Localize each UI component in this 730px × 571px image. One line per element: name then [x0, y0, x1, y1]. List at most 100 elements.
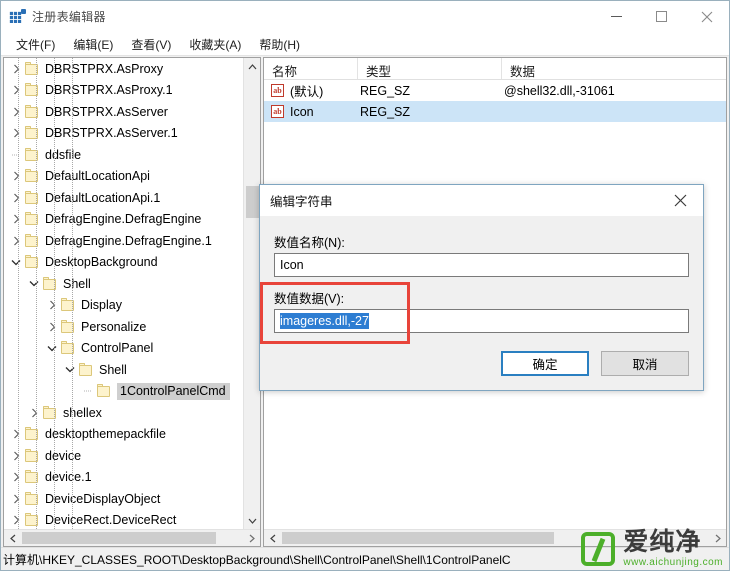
folder-icon	[24, 513, 40, 527]
values-scroll-right-button[interactable]	[709, 530, 726, 546]
tree-item[interactable]: Shell	[4, 273, 243, 295]
tree-vertical-scrollbar[interactable]	[243, 58, 260, 529]
tree-item[interactable]: device.1	[4, 467, 243, 489]
tree-leaf-spacer	[8, 144, 24, 166]
values-hscroll-thumb[interactable]	[282, 532, 554, 544]
menu-file[interactable]: 文件(F)	[7, 34, 64, 55]
chevron-right-icon[interactable]	[44, 295, 60, 317]
tree-item[interactable]: DeviceRect.DeviceRect	[4, 510, 243, 530]
tree-scroll-thumb[interactable]	[246, 186, 259, 218]
tree-guide-line	[36, 58, 37, 529]
title-bar: 注册表编辑器	[1, 1, 729, 33]
column-header-data[interactable]: 数据	[502, 58, 726, 79]
chevron-down-icon[interactable]	[8, 252, 24, 274]
chevron-down-icon[interactable]	[62, 359, 78, 381]
maximize-button[interactable]	[639, 1, 684, 32]
tree-scroll-right-button[interactable]	[243, 530, 260, 546]
chevron-right-icon[interactable]	[8, 445, 24, 467]
close-button[interactable]	[684, 1, 729, 32]
chevron-right-icon[interactable]	[8, 123, 24, 145]
tree-item-label: shellex	[63, 405, 102, 420]
value-name-cell: Icon	[290, 104, 314, 119]
dialog-close-button[interactable]	[658, 185, 703, 216]
tree-item[interactable]: 1ControlPanelCmd	[4, 381, 243, 403]
tree-item-label: DeviceDisplayObject	[45, 491, 161, 506]
tree-item[interactable]: Personalize	[4, 316, 243, 338]
tree-item-label: Shell	[99, 362, 127, 377]
tree-hscroll-thumb[interactable]	[22, 532, 216, 544]
chevron-right-icon[interactable]	[8, 80, 24, 102]
registry-tree[interactable]: DBRSTPRX.AsProxy DBRSTPRX.AsProxy.1 DBRSTP…	[4, 58, 243, 529]
chevron-right-icon[interactable]	[8, 230, 24, 252]
column-header-name[interactable]: 名称	[264, 58, 358, 79]
tree-item[interactable]: DefragEngine.DefragEngine	[4, 209, 243, 231]
tree-item[interactable]: device	[4, 445, 243, 467]
folder-icon	[24, 255, 40, 269]
chevron-down-icon[interactable]	[44, 338, 60, 360]
chevron-right-icon[interactable]	[8, 58, 24, 80]
chevron-right-icon[interactable]	[8, 187, 24, 209]
tree-item[interactable]: DesktopBackground	[4, 252, 243, 274]
tree-item[interactable]: DBRSTPRX.AsServer.1	[4, 123, 243, 145]
tree-item[interactable]: DBRSTPRX.AsProxy.1	[4, 80, 243, 102]
value-type-cell: REG_SZ	[360, 104, 411, 119]
tree-guide-line	[54, 58, 55, 529]
chevron-right-icon[interactable]	[8, 488, 24, 510]
value-name-input[interactable]: Icon	[274, 253, 689, 277]
chevron-right-icon[interactable]	[8, 424, 24, 446]
chevron-right-icon[interactable]	[8, 209, 24, 231]
registry-icon	[9, 8, 26, 25]
chevron-right-icon[interactable]	[8, 467, 24, 489]
values-scroll-left-button[interactable]	[264, 530, 281, 546]
value-row[interactable]: ab Icon REG_SZ	[264, 101, 726, 122]
tree-item-label: ControlPanel	[81, 341, 154, 355]
tree-item[interactable]: DeviceDisplayObject	[4, 488, 243, 510]
minimize-button[interactable]	[594, 1, 639, 32]
ok-button[interactable]: 确定	[501, 351, 589, 376]
tree-item[interactable]: DBRSTPRX.AsServer	[4, 101, 243, 123]
chevron-down-icon[interactable]	[26, 273, 42, 295]
column-header-type[interactable]: 类型	[358, 58, 502, 79]
value-data-input[interactable]: imageres.dll,-27	[274, 309, 689, 333]
chevron-right-icon[interactable]	[8, 166, 24, 188]
chevron-right-icon[interactable]	[44, 316, 60, 338]
tree-item[interactable]: DefragEngine.DefragEngine.1	[4, 230, 243, 252]
tree-item-label: ddsfile	[45, 147, 82, 162]
tree-item-label: device.1	[45, 470, 92, 484]
tree-horizontal-scrollbar[interactable]	[4, 529, 260, 546]
chevron-right-icon[interactable]	[8, 510, 24, 530]
tree-item[interactable]: Shell	[4, 359, 243, 381]
tree-item[interactable]: ControlPanel	[4, 338, 243, 360]
values-horizontal-scrollbar[interactable]	[264, 529, 726, 546]
menu-edit[interactable]: 编辑(E)	[64, 34, 122, 55]
tree-item[interactable]: Display	[4, 295, 243, 317]
menu-favorites[interactable]: 收藏夹(A)	[180, 34, 250, 55]
tree-item[interactable]: ddsfile	[4, 144, 243, 166]
cancel-button[interactable]: 取消	[601, 351, 689, 376]
menu-view[interactable]: 查看(V)	[122, 34, 180, 55]
folder-icon	[24, 169, 40, 183]
folder-icon	[24, 212, 40, 226]
tree-item-label: DBRSTPRX.AsServer.1	[45, 126, 178, 140]
tree-scroll-left-button[interactable]	[4, 530, 21, 546]
tree-item[interactable]: DBRSTPRX.AsProxy	[4, 58, 243, 80]
tree-item[interactable]: DefaultLocationApi.1	[4, 187, 243, 209]
tree-item[interactable]: desktopthemepackfile	[4, 424, 243, 446]
dialog-body: 数值名称(N): Icon 数值数据(V): imageres.dll,-27 …	[260, 216, 703, 390]
string-value-icon: ab	[270, 83, 286, 98]
tree-scroll-up-button[interactable]	[244, 58, 260, 75]
tree-scroll-down-button[interactable]	[244, 512, 260, 529]
chevron-right-icon[interactable]	[26, 402, 42, 424]
folder-icon	[24, 427, 40, 441]
chevron-right-icon[interactable]	[8, 101, 24, 123]
value-row[interactable]: ab (默认) REG_SZ @shell32.dll,-31061	[264, 80, 726, 101]
tree-item[interactable]: shellex	[4, 402, 243, 424]
menu-help[interactable]: 帮助(H)	[250, 34, 309, 55]
tree-item[interactable]: DefaultLocationApi	[4, 166, 243, 188]
